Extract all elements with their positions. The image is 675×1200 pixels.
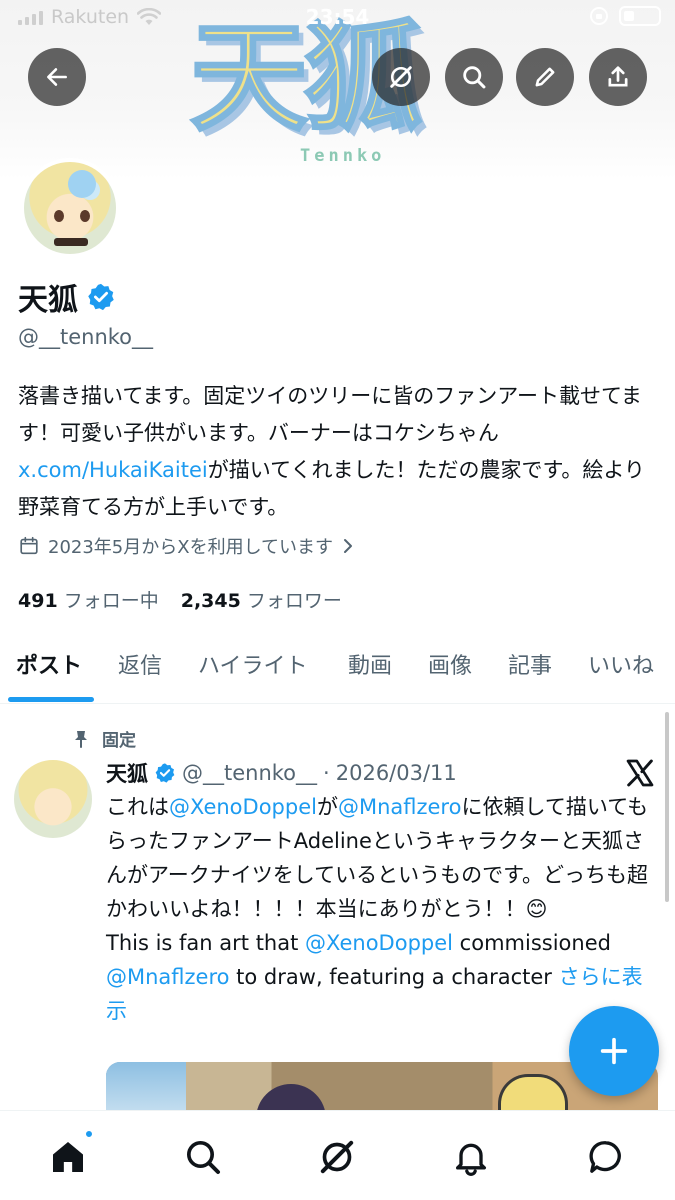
back-button[interactable] [28,48,86,106]
profile-handle: @__tennko__ [18,325,154,349]
share-icon [608,66,628,87]
notifications-icon [456,1143,486,1176]
nav-messages[interactable] [584,1135,628,1179]
search-icon [187,1141,220,1174]
post-text: commissioned [453,931,611,955]
nav-grok[interactable] [315,1135,359,1179]
home-icon [53,1142,83,1172]
following-link[interactable]: 491 フォロー中 [18,586,159,613]
grok-icon [390,66,412,88]
follow-stats: 491 フォロー中 2,345 フォロワー [18,586,342,613]
following-label: フォロー中 [63,590,159,612]
post-text: これは [106,795,169,819]
tab-articles[interactable]: 記事 [508,648,552,680]
profile-bio: 落書き描いてます。固定ツイのツリーに皆のファンアート載せてます！可愛い子供がいま… [18,378,658,526]
followers-link[interactable]: 2,345 フォロワー [181,586,342,613]
post-body[interactable]: これは@XenoDoppelが@Mnaflzeroに依頼して描いてもらったファン… [106,790,662,1028]
post-author-avatar[interactable] [14,760,92,838]
post-author-handle[interactable]: @__tennko__ [182,761,317,785]
post-text: が [316,795,338,819]
display-name: 天狐 [18,275,116,319]
tab-likes[interactable]: いいね [588,648,654,680]
post-author-name[interactable]: 天狐 [106,758,148,788]
new-posts-dot [84,1129,94,1139]
banner-logo-subtext: Tennko [300,146,386,166]
mention-link[interactable]: @XenoDoppel [169,795,317,819]
post-text: This is fan art that [106,931,306,955]
followers-count: 2,345 [180,590,241,612]
verified-badge-icon [88,283,114,311]
pin-icon [75,730,87,748]
pinned-text: 固定 [102,731,136,751]
post-date[interactable]: 2026/03/11 [336,761,457,785]
calendar-icon [20,536,38,555]
messages-icon [589,1141,621,1173]
chevron-right-icon [344,539,353,553]
mention-link[interactable]: @Mnaflzero [338,795,462,819]
status-right [589,6,661,26]
grok-button[interactable] [372,48,430,106]
tab-posts[interactable]: ポスト [16,648,82,680]
mention-link[interactable]: @XenoDoppel [305,931,453,955]
tab-videos[interactable]: 動画 [348,648,392,680]
tab-highlights[interactable]: ハイライト [198,648,308,680]
status-bar: Rakuten 23:54 [0,0,675,36]
joined-date[interactable]: 2023年5月からXを利用しています [18,533,355,559]
nav-home[interactable] [46,1129,94,1179]
post-text: to draw, featuring a character [229,965,559,989]
bottom-nav [0,1110,675,1200]
post-header: 天狐 @__tennko__ · 2026/03/11 [106,758,457,788]
profile-avatar[interactable] [20,158,120,258]
edit-icon [535,67,555,87]
joined-text: 2023年5月からXを利用しています [48,537,334,558]
bio-text: 落書き描いてます。固定ツイのツリーに皆のファンアート載せてます！可愛い子供がいま… [18,384,642,445]
plus-icon [600,1037,628,1065]
orientation-lock-icon [590,7,608,25]
edit-button[interactable] [516,48,574,106]
search-icon [463,66,486,89]
search-button[interactable] [445,48,503,106]
tab-images[interactable]: 画像 [428,648,472,680]
tab-replies[interactable]: 返信 [118,648,162,680]
verified-badge-icon [155,763,175,783]
clock: 23:54 [305,5,370,29]
bio-link[interactable]: x.com/HukaiKaitei [18,458,208,482]
share-button[interactable] [589,48,647,106]
grok-icon [320,1140,354,1174]
nav-notifications[interactable] [449,1135,493,1179]
post-separator: · [323,761,330,785]
battery-icon [619,6,661,26]
profile-tabs: ポスト 返信 ハイライト 動画 画像 記事 いいね [0,640,675,704]
nav-search[interactable] [181,1135,225,1179]
active-tab-indicator [8,697,94,702]
compose-button[interactable] [569,1006,659,1096]
following-count: 491 [18,590,58,612]
followers-label: フォロワー [246,590,342,612]
scrollbar[interactable] [665,712,669,902]
display-name-text: 天狐 [18,283,78,318]
back-arrow-icon [47,68,67,86]
mention-link[interactable]: @Mnaflzero [106,965,230,989]
x-logo-icon [626,759,654,787]
pinned-label: 固定 [72,726,136,751]
